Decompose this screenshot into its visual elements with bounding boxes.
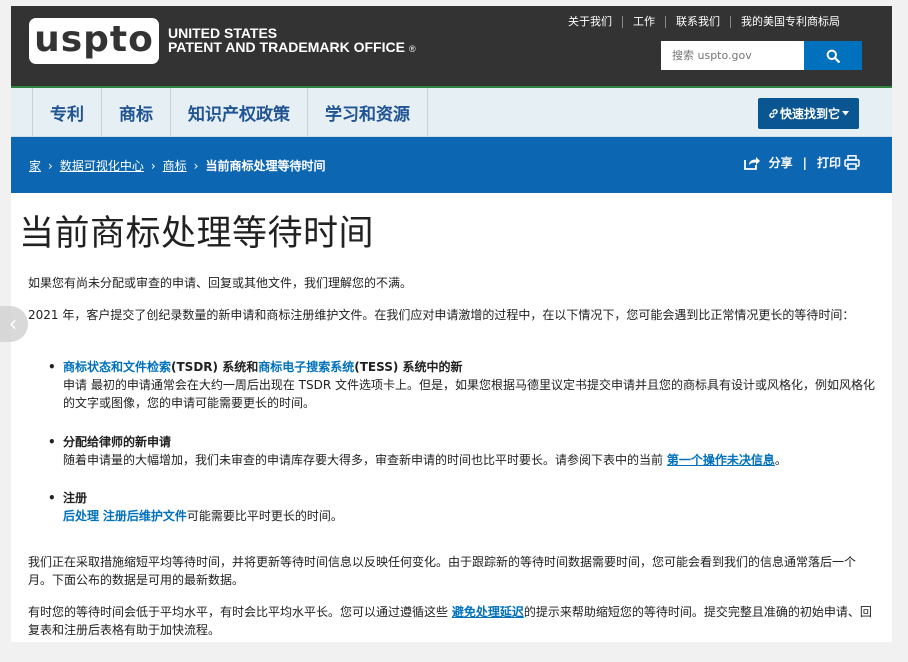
link-my-uspto[interactable]: 我的美国专利商标局 — [730, 16, 850, 28]
intro-paragraph: 如果您有尚未分配或审查的申请、回复或其他文件，我们理解您的不满。 — [28, 276, 413, 290]
tips-paragraph: 有时您的等待时间会低于平均水平，有时会比平均水平长。您可以通过遵循这些 避免处理… — [28, 603, 876, 639]
bullet-heading-text: (TESS) 系统中的新 — [354, 360, 463, 374]
search-button[interactable] — [804, 41, 862, 70]
bullet-heading: 商标状态和文件检索(TSDR) 系统和商标电子搜索系统(TESS) 系统中的新 — [63, 358, 883, 376]
logo-text: uspto — [34, 19, 154, 60]
search-icon — [826, 49, 840, 63]
caret-down-icon — [842, 111, 849, 116]
bullet-text: 商标状态和文件检索(TSDR) 系统和商标电子搜索系统(TESS) 系统中的新 … — [63, 358, 883, 412]
avoid-delays-link[interactable]: 避免处理延迟 — [452, 605, 524, 619]
nav-ip-policy[interactable]: 知识产权政策 — [170, 88, 307, 136]
bullet-body-wrap: 后处理 注册后维护文件可能需要比平时更长的时间。 — [63, 507, 883, 525]
page-frame: uspto UNITED STATES PATENT AND TRADEMARK… — [11, 6, 892, 642]
bullet-body: 可能需要比平时更长的时间。 — [186, 509, 343, 523]
agency-line2-wrap: PATENT AND TRADEMARK OFFICE ® — [168, 40, 416, 56]
find-it-fast-button[interactable]: 快速找到它 — [758, 98, 859, 129]
site-header: uspto UNITED STATES PATENT AND TRADEMARK… — [11, 6, 892, 88]
registered-mark: ® — [408, 44, 416, 54]
tess-link[interactable]: 商标电子搜索系统 — [258, 360, 354, 374]
bullet-body-wrap: 随着申请量的大幅增加，我们未审查的申请库存要大得多，审查新申请的时间也比平时要长… — [63, 451, 883, 469]
print-label: 打印 — [816, 156, 841, 170]
bullet-body-end: 。 — [774, 453, 787, 467]
page-actions: 分享 | 打印 — [743, 154, 860, 171]
print-button[interactable]: 打印 — [817, 154, 860, 171]
nav-trademarks[interactable]: 商标 — [101, 88, 170, 136]
bullet-icon: • — [48, 491, 56, 505]
surge-paragraph: 2021 年，客户提交了创纪录数量的新申请和商标注册维护文件。在我们应对申请激增… — [28, 308, 855, 322]
utility-links: 关于我们 工作 联系我们 我的美国专利商标局 — [558, 16, 850, 28]
breadcrumb-home[interactable]: 家 — [29, 157, 41, 174]
nav-patents[interactable]: 专利 — [32, 88, 101, 136]
breadcrumb-bar: 家 › 数据可视化中心 › 商标 › 当前商标处理等待时间 分享 | 打印 — [11, 137, 892, 193]
link-contact-us[interactable]: 联系我们 — [665, 16, 730, 28]
bullet-icon: • — [48, 435, 56, 449]
link-jobs[interactable]: 工作 — [622, 16, 665, 28]
link-about-us[interactable]: 关于我们 — [558, 16, 622, 28]
post-registration-maintenance-link[interactable]: 注册后维护文件 — [103, 509, 187, 523]
nav-learning-resources[interactable]: 学习和资源 — [307, 88, 428, 136]
breadcrumb-trademarks[interactable]: 商标 — [163, 157, 187, 174]
page-title: 当前商标处理等待时间 — [19, 214, 375, 254]
link-icon — [769, 109, 778, 118]
breadcrumb-separator-icon: › — [48, 158, 53, 173]
main-nav-items: 专利 商标 知识产权政策 学习和资源 — [32, 88, 428, 136]
uspto-logo[interactable]: uspto — [29, 18, 159, 64]
bullet-heading: 分配给律师的新申请 — [63, 435, 172, 449]
bullet-heading-text: (TSDR) 系统和 — [171, 360, 259, 374]
print-icon — [844, 155, 860, 170]
bullet-body: 随着申请量的大幅增加，我们未审查的申请库存要大得多，审查新申请的时间也比平时要长… — [63, 453, 664, 467]
breadcrumb-separator-icon: › — [150, 158, 156, 173]
first-action-pendency-link[interactable]: 第一个操作未决信息 — [667, 453, 775, 467]
bullet-heading: 注册 — [63, 491, 88, 505]
actions-divider: | — [802, 155, 807, 170]
breadcrumb: 家 › 数据可视化中心 › 商标 › 当前商标处理等待时间 — [29, 157, 326, 174]
breadcrumb-current: 当前商标处理等待时间 — [205, 159, 326, 173]
breadcrumb-separator-icon: › — [193, 158, 199, 173]
agency-name: UNITED STATES PATENT AND TRADEMARK OFFIC… — [168, 26, 416, 56]
update-paragraph: 我们正在采取措施缩短平均等待时间，并将更新等待时间信息以反映任何变化。由于跟踪新… — [28, 555, 857, 587]
breadcrumb-data-visualization[interactable]: 数据可视化中心 — [60, 157, 144, 174]
share-button[interactable]: 分享 — [743, 154, 793, 171]
main-nav: 专利 商标 知识产权政策 学习和资源 快速找到它 — [11, 88, 892, 137]
site-search — [661, 41, 862, 70]
agency-line2: PATENT AND TRADEMARK OFFICE — [168, 39, 405, 55]
search-input[interactable] — [661, 41, 804, 70]
tsdr-link[interactable]: 商标状态和文件检索 — [63, 360, 171, 374]
bullet-text: 分配给律师的新申请 随着申请量的大幅增加，我们未审查的申请库存要大得多，审查新申… — [63, 433, 883, 469]
share-icon — [743, 156, 760, 170]
bullet-body: 申请 最初的申请通常会在大约一周后出现在 TSDR 文件选项卡上。但是，如果您根… — [63, 378, 875, 410]
bullet-text: 注册 后处理 注册后维护文件可能需要比平时更长的时间。 — [63, 489, 883, 525]
share-label: 分享 — [768, 156, 793, 170]
agency-line1: UNITED STATES — [168, 25, 278, 41]
find-it-fast-label: 快速找到它 — [779, 107, 840, 121]
bullet-icon: • — [48, 360, 56, 374]
post-processing-link[interactable]: 后处理 — [63, 509, 99, 523]
tips-text: 有时您的等待时间会低于平均水平，有时会比平均水平长。您可以通过遵循这些 — [28, 605, 449, 619]
